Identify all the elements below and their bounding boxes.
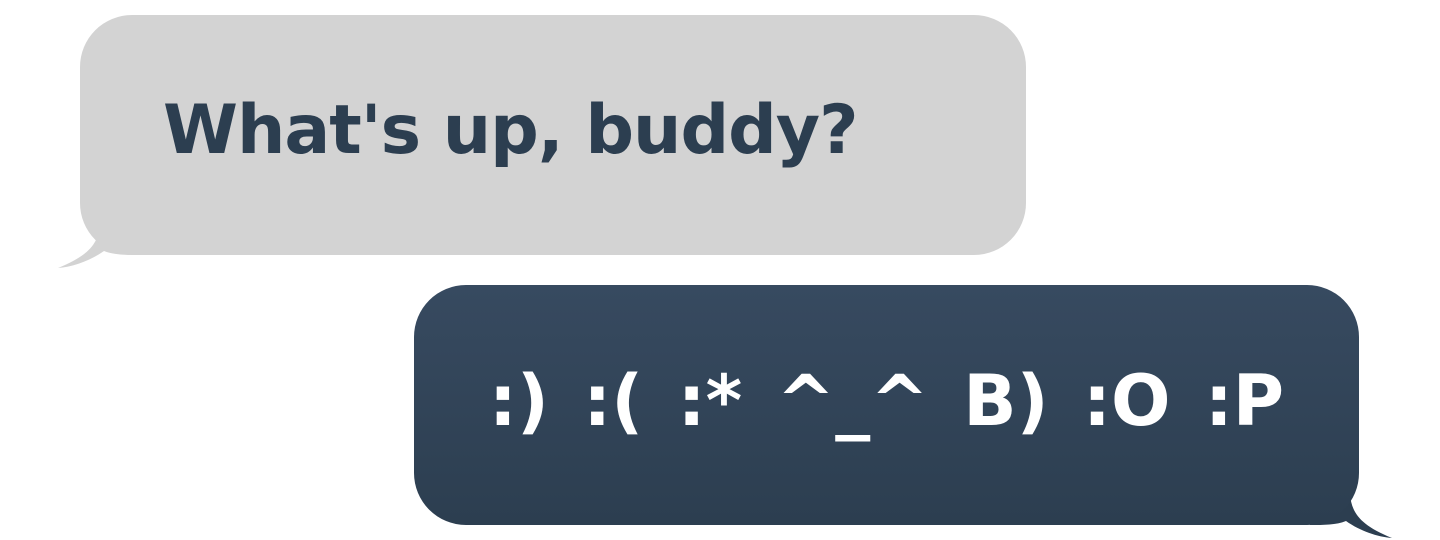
outgoing-message-text: :) :( :* ^_^ B) :O :P <box>488 360 1285 442</box>
incoming-message-text: What's up, buddy? <box>163 90 859 170</box>
chat-conversation: What's up, buddy? :) :( :* ^_^ B) :O :P <box>0 0 1440 540</box>
outgoing-message-bubble[interactable]: :) :( :* ^_^ B) :O :P <box>414 285 1392 538</box>
incoming-message-bubble[interactable]: What's up, buddy? <box>58 15 1026 268</box>
